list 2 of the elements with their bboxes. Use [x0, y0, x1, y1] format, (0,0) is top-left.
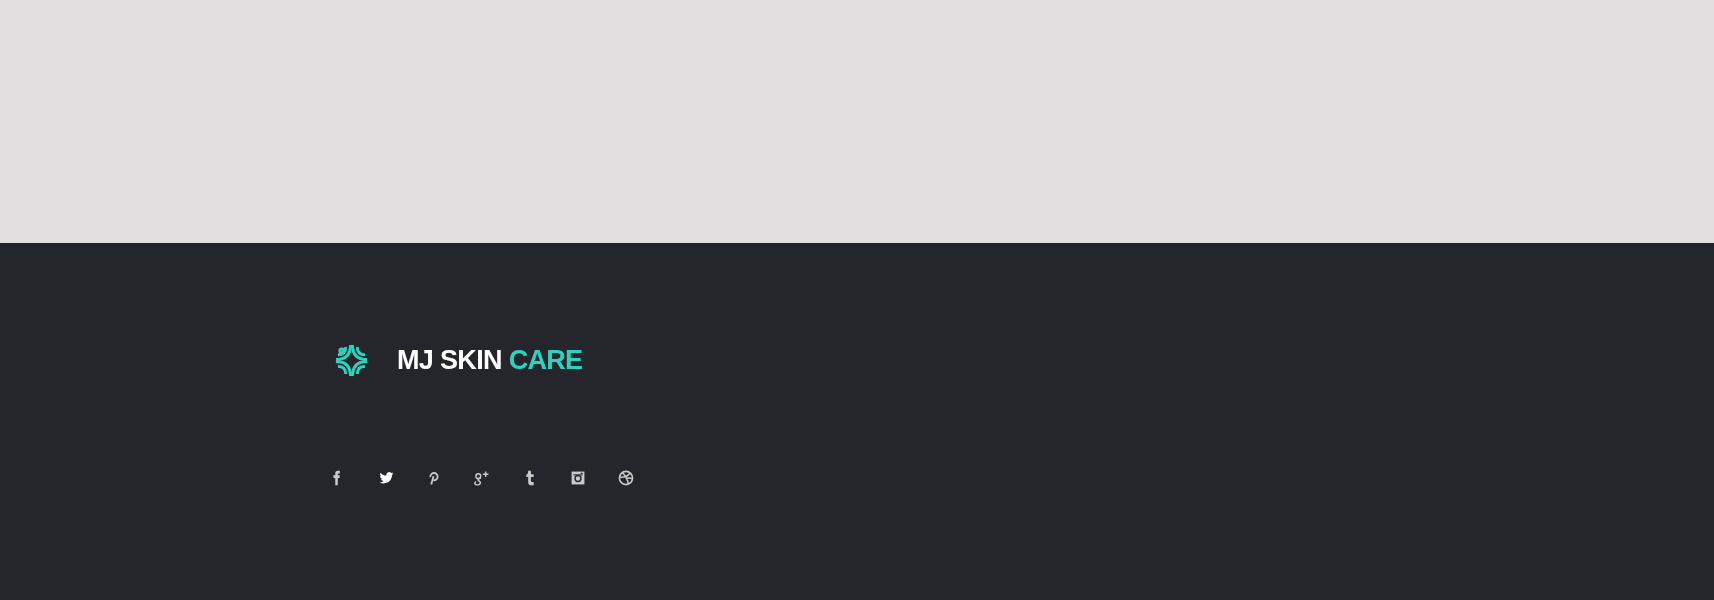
logo-icon: [334, 342, 369, 378]
brand-logo-text[interactable]: MJ SKIN CARE: [397, 346, 583, 374]
